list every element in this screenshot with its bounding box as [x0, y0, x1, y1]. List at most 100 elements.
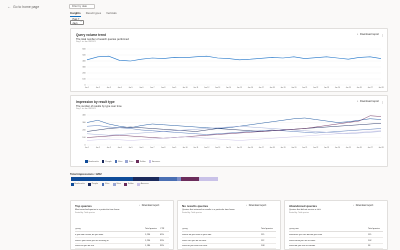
abandoned-queries-card: Abandoned queries Queries that did not r…: [284, 200, 388, 250]
x-tick-label: Jan 1: [85, 147, 89, 149]
legend-item[interactable]: Folder: [124, 183, 134, 186]
download-report-button[interactable]: ↓ Download report: [353, 204, 373, 207]
x-tick-label: Jan 6: [139, 87, 143, 89]
count-cell: 115: [368, 234, 372, 236]
x-tick-label: Jan 23: [324, 147, 329, 149]
x-tick-label: Jan 26: [357, 87, 362, 89]
table-row[interactable]: Where do you most at your side 115: [182, 234, 276, 239]
column-header[interactable]: Total queries: [368, 228, 383, 230]
x-tick-label: Jan 28: [378, 147, 383, 149]
download-report-button[interactable]: ↓ Download report: [357, 100, 379, 104]
table-header: Query Total queries CTR: [75, 228, 169, 232]
legend-item[interactable]: Files: [114, 160, 122, 163]
legend-item[interactable]: Folder: [136, 160, 146, 163]
count-cell: 108: [261, 245, 265, 247]
column-header[interactable]: CTR: [160, 228, 169, 230]
legend-item[interactable]: Sites: [125, 160, 133, 163]
count-cell: 98: [368, 245, 371, 247]
stacked-segment-folder[interactable]: [181, 177, 199, 181]
table-row[interactable]: What would you like to wake 102: [289, 240, 383, 244]
download-report-button[interactable]: ↓ Download report: [356, 32, 379, 37]
legend-item[interactable]: People: [101, 160, 112, 163]
table-row[interactable]: If you didn't know, do you want 1,234 45…: [75, 234, 169, 239]
x-tick-label: Jan 14: [226, 147, 231, 149]
download-report-button[interactable]: ↓ Download report: [246, 204, 266, 207]
x-tick-label: Jan 3: [107, 147, 111, 149]
query-cell: When can you be the best: [182, 239, 207, 242]
series-line-people: [86, 123, 382, 132]
total-impressions-bar: [71, 177, 218, 181]
count-cell: 115: [261, 234, 265, 236]
y-tick-label: 400: [82, 61, 85, 63]
legend-item[interactable]: Bookmarks: [71, 183, 85, 186]
query-cell: What do you want the most: [182, 245, 208, 247]
series-line: [86, 55, 382, 62]
download-icon: ↓: [246, 204, 248, 207]
x-tick-label: Jan 14: [226, 87, 231, 89]
query-cell: What will you do first: [75, 245, 95, 247]
table-row[interactable]: What did you love to wonder 98: [289, 245, 383, 250]
legend-item[interactable]: Answers: [148, 160, 160, 163]
table-row[interactable]: What do you want the most 108: [182, 245, 276, 250]
y-tick-label: 200: [82, 73, 85, 75]
more-options-icon[interactable]: ⋮: [381, 100, 384, 104]
column-header[interactable]: Query text: [289, 228, 368, 230]
x-tick-label: Jan 3: [107, 87, 111, 89]
x-tick-label: Jan 22: [313, 87, 318, 89]
date-filter-input[interactable]: Filter by date: [69, 4, 95, 9]
back-to-home-link[interactable]: ← Go to home page: [7, 5, 39, 10]
legend-item[interactable]: Sites: [112, 183, 121, 186]
legend-item[interactable]: Answers: [137, 183, 149, 186]
legend-item[interactable]: People: [88, 183, 98, 186]
tab-result-types[interactable]: Result types: [86, 11, 101, 17]
x-tick-label: Jan 23: [324, 87, 329, 89]
column-header[interactable]: Total queries: [145, 228, 160, 230]
x-tick-label: Jan 25: [346, 87, 351, 89]
download-label: Download report: [359, 100, 379, 103]
x-tick-label: Jan 16: [248, 147, 253, 149]
total-impressions-label: Total impressions: 1262: [70, 172, 102, 176]
x-tick-label: Jan 4: [118, 147, 122, 149]
column-header[interactable]: Query: [182, 228, 261, 230]
query-cell: What did you love to wonder: [289, 245, 316, 247]
x-tick-label: Jan 4: [118, 87, 122, 89]
download-report-button[interactable]: ↓ Download report: [139, 204, 159, 207]
tab-verticals[interactable]: Verticals: [106, 11, 117, 17]
download-label: Download report: [248, 204, 267, 207]
card-title: Impression by result type: [76, 100, 115, 104]
x-tick-label: Jan 18: [270, 87, 275, 89]
tab-insights[interactable]: Insights: [70, 11, 81, 18]
more-options-icon[interactable]: ⋮: [381, 33, 384, 37]
table-row[interactable]: Whenever you can decide your time 115: [289, 234, 383, 239]
x-tick-label: Jan 10: [182, 87, 187, 89]
ctr-cell: 39%: [160, 239, 165, 242]
column-header[interactable]: Total queries: [261, 228, 276, 230]
query-volume-card: Query volume trend The total number of s…: [70, 28, 388, 92]
table-row[interactable]: What's your book you are thinking of 1,2…: [75, 240, 169, 244]
table-row[interactable]: When can you be the best 112: [182, 240, 276, 244]
table-row[interactable]: What will you do first 1,184 33%: [75, 245, 169, 250]
stacked-segment-bookmarks[interactable]: [71, 177, 133, 181]
stacked-segment-people[interactable]: [132, 177, 160, 181]
legend-item[interactable]: Bookmarks: [85, 160, 99, 163]
date-range-dropdown[interactable]: Past 7 days ⌄: [70, 18, 84, 25]
x-tick-label: Jan 20: [291, 147, 296, 149]
query-cell: Whenever you can decide your time: [289, 234, 323, 236]
stacked-segment-files[interactable]: [159, 177, 177, 181]
x-tick-label: Jan 21: [302, 147, 307, 149]
x-tick-label: Jan 11: [193, 87, 198, 89]
download-icon: ↓: [356, 32, 359, 36]
legend-item[interactable]: Files: [101, 183, 110, 186]
y-tick-label: 100: [82, 137, 85, 139]
table-header: Query text Total queries: [289, 228, 383, 232]
column-header[interactable]: Query: [75, 228, 145, 230]
card-caption: Day 1 to Jan 28/2021: [76, 41, 96, 43]
card-title: No results queries: [182, 204, 209, 208]
stacked-segment-answers[interactable]: [198, 177, 218, 181]
ctr-cell: 45%: [160, 234, 165, 236]
x-tick-label: Jan 7: [150, 147, 154, 149]
y-tick-label: 400: [82, 115, 85, 117]
query-cell: What would you like to wake: [289, 239, 316, 242]
legend-label: Folder: [139, 160, 146, 163]
legend-label: Files: [105, 183, 110, 186]
